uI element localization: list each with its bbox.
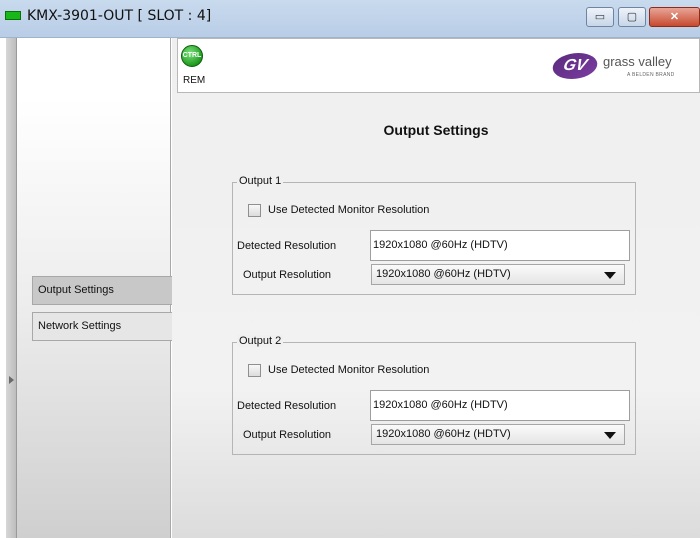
rem-label: REM [183, 75, 206, 86]
group-legend: Output 1 [237, 175, 284, 187]
collapse-strip[interactable] [6, 38, 17, 538]
gv-logo-icon: GV [549, 53, 601, 79]
ctrl-status-icon: CTRL [181, 45, 203, 67]
group-legend: Output 2 [237, 335, 284, 347]
close-button[interactable]: ✕ [649, 7, 700, 27]
page-title: Output Settings [383, 122, 489, 138]
checkbox-label[interactable]: Use Detected Monitor Resolution [268, 364, 429, 376]
output-1-group: Output 1 Use Detected Monitor Resolution… [232, 175, 636, 295]
panel-header: CTRL REM GV grass valley A BELDEN BRAND [177, 38, 700, 93]
use-detected-checkbox[interactable] [248, 364, 261, 377]
grass-valley-logo: GV grass valley A BELDEN BRAND [549, 51, 693, 85]
minimize-button[interactable]: ▭ [586, 7, 614, 27]
detected-resolution-label: Detected Resolution [237, 240, 337, 252]
detected-resolution-label: Detected Resolution [237, 400, 337, 412]
sidebar: Output Settings Network Settings [17, 38, 184, 538]
main-panel: CTRL REM GV grass valley A BELDEN BRAND … [172, 38, 700, 538]
output-resolution-label: Output Resolution [243, 269, 332, 281]
output-resolution-select[interactable]: 1920x1080 @60Hz (HDTV) [371, 424, 625, 445]
output-resolution-label: Output Resolution [243, 429, 332, 441]
detected-resolution-field: 1920x1080 @60Hz (HDTV) [370, 230, 630, 261]
app-icon [5, 11, 21, 20]
maximize-button[interactable]: ▢ [618, 7, 646, 27]
detected-resolution-field: 1920x1080 @60Hz (HDTV) [370, 390, 630, 421]
sidebar-item-output-settings[interactable]: Output Settings [32, 276, 184, 305]
checkbox-label[interactable]: Use Detected Monitor Resolution [268, 204, 429, 216]
select-value: 1920x1080 @60Hz (HDTV) [376, 428, 511, 440]
use-detected-checkbox[interactable] [248, 204, 261, 217]
sidebar-item-network-settings[interactable]: Network Settings [32, 312, 184, 341]
dropdown-arrow-icon[interactable] [604, 272, 616, 279]
output-2-group: Output 2 Use Detected Monitor Resolution… [232, 335, 636, 455]
output-resolution-select[interactable]: 1920x1080 @60Hz (HDTV) [371, 264, 625, 285]
chevron-right-icon[interactable] [9, 376, 14, 384]
logo-subtitle: A BELDEN BRAND [627, 72, 675, 78]
dropdown-arrow-icon[interactable] [604, 432, 616, 439]
title-bar: KMX-3901-OUT [ SLOT : 4] ▭ ▢ ✕ [0, 0, 700, 38]
logo-name: grass valley [603, 54, 672, 69]
select-value: 1920x1080 @60Hz (HDTV) [376, 268, 511, 280]
window-title: KMX-3901-OUT [ SLOT : 4] [27, 8, 212, 24]
